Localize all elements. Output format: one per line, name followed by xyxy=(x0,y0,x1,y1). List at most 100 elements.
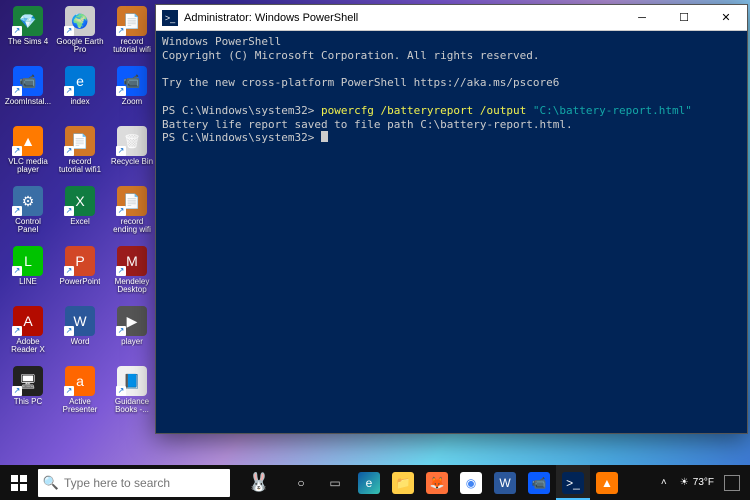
desktop-icon-word[interactable]: WWord xyxy=(56,306,104,364)
temperature-text: 73°F xyxy=(693,477,714,488)
app-icon: 📘 xyxy=(117,366,147,396)
desktop-icon-adobe-reader-x[interactable]: A Adobe Reader X xyxy=(4,306,52,364)
notifications-button[interactable] xyxy=(724,475,740,491)
taskbar-task-view[interactable]: ▭ xyxy=(318,465,352,500)
firefox-icon: 🦊 xyxy=(426,472,448,494)
desktop-icon-zoom[interactable]: 📹 Zoom xyxy=(108,66,156,124)
icon-label: PowerPoint xyxy=(60,278,101,286)
term-line: Try the new cross-platform PowerShell ht… xyxy=(162,76,559,89)
desktop-icon-powerpoint[interactable]: PPowerPoint xyxy=(56,246,104,304)
app-icon: W xyxy=(65,306,95,336)
start-button[interactable] xyxy=(0,465,38,500)
app-icon: 📄 xyxy=(117,6,147,36)
terminal-output[interactable]: Windows PowerShell Copyright (C) Microso… xyxy=(156,31,747,433)
term-prompt: PS C:\Windows\system32> xyxy=(162,104,321,117)
cursor xyxy=(321,131,328,142)
taskbar-edge[interactable]: e xyxy=(352,465,386,500)
icon-label: index xyxy=(70,98,89,106)
zoom-icon: 📹 xyxy=(528,472,550,494)
icon-label: record tutorial wifi xyxy=(108,38,156,55)
app-icon: 📄 xyxy=(117,186,147,216)
vlc-icon: ▲ xyxy=(596,472,618,494)
app-icon: e xyxy=(65,66,95,96)
taskbar-word[interactable]: W xyxy=(488,465,522,500)
icon-label: Google Earth Pro xyxy=(56,38,104,55)
maximize-button[interactable]: ☐ xyxy=(663,5,705,31)
desktop-icon-google-earth-pro[interactable]: 🌍 Google Earth Pro xyxy=(56,6,104,64)
minimize-button[interactable]: ─ xyxy=(621,5,663,31)
taskbar-zoom[interactable]: 📹 xyxy=(522,465,556,500)
term-string: "C:\battery-report.html" xyxy=(533,104,692,117)
desktop-icon-control-panel[interactable]: ⚙Control Panel xyxy=(4,186,52,244)
powershell-icon: >_ xyxy=(562,472,584,494)
search-box[interactable]: 🔍 xyxy=(38,469,230,497)
icon-label: Recycle Bin xyxy=(111,158,153,166)
desktop-icon-mendeley-desktop[interactable]: MMendeley Desktop xyxy=(108,246,156,304)
news-widget[interactable]: 🐰 xyxy=(234,469,284,497)
app-icon: 📹 xyxy=(117,66,147,96)
app-icon: 💎 xyxy=(13,6,43,36)
app-icon: 🗑 xyxy=(117,126,147,156)
app-icon: ▲ xyxy=(13,126,43,156)
icon-label: Adobe Reader X xyxy=(4,338,52,355)
taskbar-explorer[interactable]: 📁 xyxy=(386,465,420,500)
tray-overflow-icon[interactable]: ˄ xyxy=(658,477,670,488)
app-icon: ⚙ xyxy=(13,186,43,216)
app-icon: 🌍 xyxy=(65,6,95,36)
term-line: Copyright (C) Microsoft Corporation. All… xyxy=(162,49,540,62)
desktop-icon-the-sims-4[interactable]: 💎 The Sims 4 xyxy=(4,6,52,64)
chrome-icon: ◉ xyxy=(460,472,482,494)
desktop-icon-this-pc[interactable]: 🖥 This PC xyxy=(4,366,52,424)
icon-label: record ending wifi xyxy=(108,218,156,235)
taskbar: 🔍 🐰 ○ ▭ e 📁 🦊 ◉ W 📹 >_ ▲ ˄ ☀ 73°F xyxy=(0,465,750,500)
weather-widget[interactable]: ☀ 73°F xyxy=(680,477,714,488)
desktop-icon-zoominstal-[interactable]: 📹 ZoomInstal... xyxy=(4,66,52,124)
cortana-icon: ○ xyxy=(290,472,312,494)
desktop-icon-record-tutorial-wifi[interactable]: 📄 record tutorial wifi xyxy=(108,6,156,64)
desktop-icon-guidance-books-[interactable]: 📘Guidance Books -... xyxy=(108,366,156,424)
desktop-icon-player[interactable]: ▶player xyxy=(108,306,156,364)
term-line: Windows PowerShell xyxy=(162,35,281,48)
icon-label: LINE xyxy=(19,278,37,286)
explorer-icon: 📁 xyxy=(392,472,414,494)
desktop-icon-excel[interactable]: X Excel xyxy=(56,186,104,244)
titlebar[interactable]: >_ Administrator: Windows PowerShell ─ ☐… xyxy=(156,5,747,31)
taskbar-firefox[interactable]: 🦊 xyxy=(420,465,454,500)
term-prompt: PS C:\Windows\system32> xyxy=(162,131,321,144)
system-tray: ˄ ☀ 73°F xyxy=(648,465,750,500)
taskbar-cortana[interactable]: ○ xyxy=(284,465,318,500)
app-icon: X xyxy=(65,186,95,216)
desktop-icon-record-ending-wifi[interactable]: 📄 record ending wifi xyxy=(108,186,156,244)
term-result: Battery life report saved to file path C… xyxy=(162,118,573,131)
search-input[interactable] xyxy=(64,476,214,490)
desktop: 💎 The Sims 4 🌍 Google Earth Pro 📄 record tuto… xyxy=(0,0,750,500)
desktop-icon-vlc-media-player[interactable]: ▲VLC media player xyxy=(4,126,52,184)
app-icon: 📹 xyxy=(13,66,43,96)
desktop-icon-active-presenter[interactable]: a Active Presenter xyxy=(56,366,104,424)
icon-label: This PC xyxy=(14,398,42,406)
app-icon: 📄 xyxy=(65,126,95,156)
icon-label: Active Presenter xyxy=(56,398,104,415)
icon-label: Mendeley Desktop xyxy=(108,278,156,295)
taskbar-powershell[interactable]: >_ xyxy=(556,465,590,500)
app-icon: 🖥 xyxy=(13,366,43,396)
app-icon: A xyxy=(13,306,43,336)
task-view-icon: ▭ xyxy=(324,472,346,494)
taskbar-chrome[interactable]: ◉ xyxy=(454,465,488,500)
icon-label: ZoomInstal... xyxy=(5,98,51,106)
app-icon: L xyxy=(13,246,43,276)
icon-label: Excel xyxy=(70,218,90,226)
desktop-icon-index[interactable]: e index xyxy=(56,66,104,124)
icon-label: The Sims 4 xyxy=(8,38,48,46)
search-icon: 🔍 xyxy=(38,475,64,491)
desktop-icon-recycle-bin[interactable]: 🗑 Recycle Bin xyxy=(108,126,156,184)
desktop-icon-record-tutorial-wifi1[interactable]: 📄 record tutorial wifi1 xyxy=(56,126,104,184)
close-button[interactable]: ✕ xyxy=(705,5,747,31)
icon-label: record tutorial wifi1 xyxy=(56,158,104,175)
app-icon: a xyxy=(65,366,95,396)
powershell-icon: >_ xyxy=(162,10,178,26)
icon-label: Zoom xyxy=(122,98,142,106)
app-icon: ▶ xyxy=(117,306,147,336)
desktop-icon-line[interactable]: L LINE xyxy=(4,246,52,304)
taskbar-vlc[interactable]: ▲ xyxy=(590,465,624,500)
